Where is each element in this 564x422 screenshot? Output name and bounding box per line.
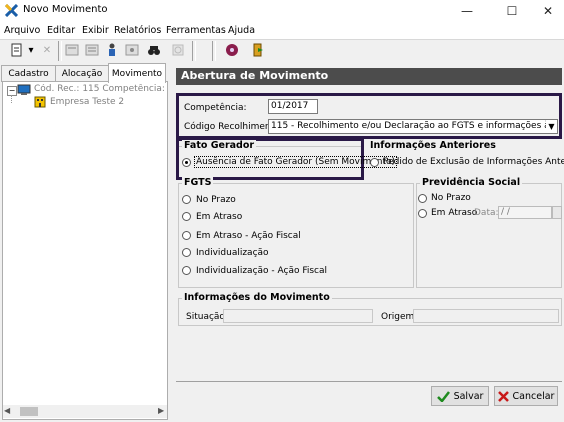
scroll-left-icon[interactable]: ◀: [4, 406, 10, 415]
toolbar-separator: [192, 41, 196, 61]
panel-header: Abertura de Movimento: [176, 68, 562, 85]
fgts-no-prazo-label[interactable]: No Prazo: [196, 195, 236, 205]
fato-gerador-title: Fato Gerador: [182, 140, 257, 151]
origem-label: Origem:: [381, 312, 418, 322]
fgts-em-atraso-radio[interactable]: [182, 212, 191, 221]
previdencia-title: Previdência Social: [420, 177, 523, 188]
sem-movimento-label[interactable]: Ausência de Fato Gerador (Sem Movimento): [194, 156, 398, 168]
pedido-exclusao-radio[interactable]: [370, 158, 379, 167]
close-button[interactable]: ✕: [533, 1, 563, 21]
fgts-em-atraso-label[interactable]: Em Atraso: [196, 212, 242, 222]
prev-data-input[interactable]: / /: [498, 206, 552, 219]
report-list-icon[interactable]: [84, 42, 100, 58]
codigo-select[interactable]: 115 - Recolhimento e/ou Declaração ao FG…: [268, 119, 558, 134]
report-print-icon[interactable]: [124, 42, 140, 58]
salvar-button[interactable]: Salvar: [431, 386, 489, 406]
minimize-button[interactable]: —: [452, 1, 482, 21]
menu-arquivo[interactable]: Arquivo: [4, 25, 40, 36]
fgts-individualizacao-acao-radio[interactable]: [182, 266, 191, 275]
tree-connector: [11, 95, 13, 103]
competencia-input[interactable]: 01/2017: [268, 99, 318, 114]
disk-stamp-icon[interactable]: [224, 42, 240, 58]
check-icon: [436, 390, 450, 402]
fgts-individualizacao-acao-label[interactable]: Individualização - Ação Fiscal: [196, 266, 327, 276]
sem-movimento-radio[interactable]: [182, 158, 191, 167]
menu-relatorios[interactable]: Relatórios: [114, 25, 161, 36]
scroll-thumb[interactable]: [20, 407, 38, 416]
scroll-right-icon[interactable]: ▶: [158, 406, 164, 415]
new-document-icon[interactable]: [9, 42, 25, 58]
menu-ferramentas[interactable]: Ferramentas: [166, 25, 226, 36]
competencia-label: Competência:: [184, 103, 247, 113]
tab-alocacao[interactable]: Alocação: [55, 65, 109, 82]
calendar-icon[interactable]: [552, 206, 562, 219]
menu-editar[interactable]: Editar: [47, 25, 75, 36]
cancel-x-icon: [497, 390, 509, 402]
toolbar-separator: [212, 41, 216, 61]
binoculars-icon[interactable]: [146, 42, 162, 58]
splitter[interactable]: [169, 64, 173, 422]
origem-field: [413, 309, 559, 323]
close-icon: ✕: [542, 4, 554, 18]
tab-movimento[interactable]: Movimento: [108, 63, 166, 83]
maximize-icon: ☐: [506, 4, 518, 18]
salvar-label: Salvar: [453, 390, 484, 402]
prev-em-atraso-radio[interactable]: [418, 209, 427, 218]
cancelar-button[interactable]: Cancelar: [494, 386, 558, 406]
prev-data-label: Data:: [474, 208, 499, 218]
situacao-label: Situação:: [186, 312, 228, 322]
computer-icon: [17, 84, 31, 95]
prev-no-prazo-label[interactable]: No Prazo: [431, 193, 471, 203]
maximize-button[interactable]: ☐: [497, 1, 527, 21]
window-title: Novo Movimento: [23, 4, 108, 15]
disabled-tool-icon[interactable]: [170, 42, 186, 58]
minimize-icon: —: [461, 4, 473, 18]
horizontal-scrollbar[interactable]: ◀ ▶: [3, 405, 167, 418]
fgts-title: FGTS: [182, 177, 214, 188]
delete-icon[interactable]: ✕: [39, 42, 55, 58]
fgts-acao-fiscal-label[interactable]: Em Atraso - Ação Fiscal: [196, 231, 301, 241]
fgts-no-prazo-radio[interactable]: [182, 195, 191, 204]
info-movimento-title: Informações do Movimento: [182, 292, 332, 303]
tab-cadastro[interactable]: Cadastro: [1, 65, 56, 82]
tab-cadastro-label: Cadastro: [8, 69, 49, 79]
app-logo-icon: [5, 4, 18, 17]
info-anteriores-title: Informações Anteriores: [368, 140, 498, 151]
fgts-individualizacao-label[interactable]: Individualização: [196, 248, 269, 258]
tree-root-label[interactable]: Cód. Rec.: 115 Competência: 01/20: [34, 84, 166, 94]
tab-alocacao-label: Alocação: [61, 69, 103, 79]
pedido-exclusao-label[interactable]: Pedido de Exclusão de Informações Anteri…: [383, 157, 564, 167]
situacao-field: [223, 309, 373, 323]
menu-ajuda[interactable]: Ajuda: [228, 25, 255, 36]
fgts-individualizacao-radio[interactable]: [182, 248, 191, 257]
exit-door-icon[interactable]: [250, 42, 266, 58]
dropdown-arrow-icon[interactable]: ▾: [26, 42, 36, 58]
bottom-divider: [176, 381, 562, 382]
toolbar-separator: [58, 41, 62, 61]
fgts-acao-fiscal-radio[interactable]: [182, 231, 191, 240]
tree-view[interactable]: [2, 81, 168, 420]
report-icon[interactable]: [64, 42, 80, 58]
chevron-down-icon[interactable]: ▼: [546, 120, 557, 133]
prev-em-atraso-label[interactable]: Em Atraso: [431, 208, 477, 218]
company-building-icon: [34, 96, 46, 108]
worker-icon[interactable]: [104, 42, 120, 58]
cancelar-label: Cancelar: [512, 390, 555, 402]
menu-exibir[interactable]: Exibir: [82, 25, 109, 36]
tree-child-label[interactable]: Empresa Teste 2: [50, 97, 124, 107]
panel-title: Abertura de Movimento: [181, 69, 329, 82]
tab-movimento-label: Movimento: [111, 68, 163, 79]
prev-no-prazo-radio[interactable]: [418, 194, 427, 203]
